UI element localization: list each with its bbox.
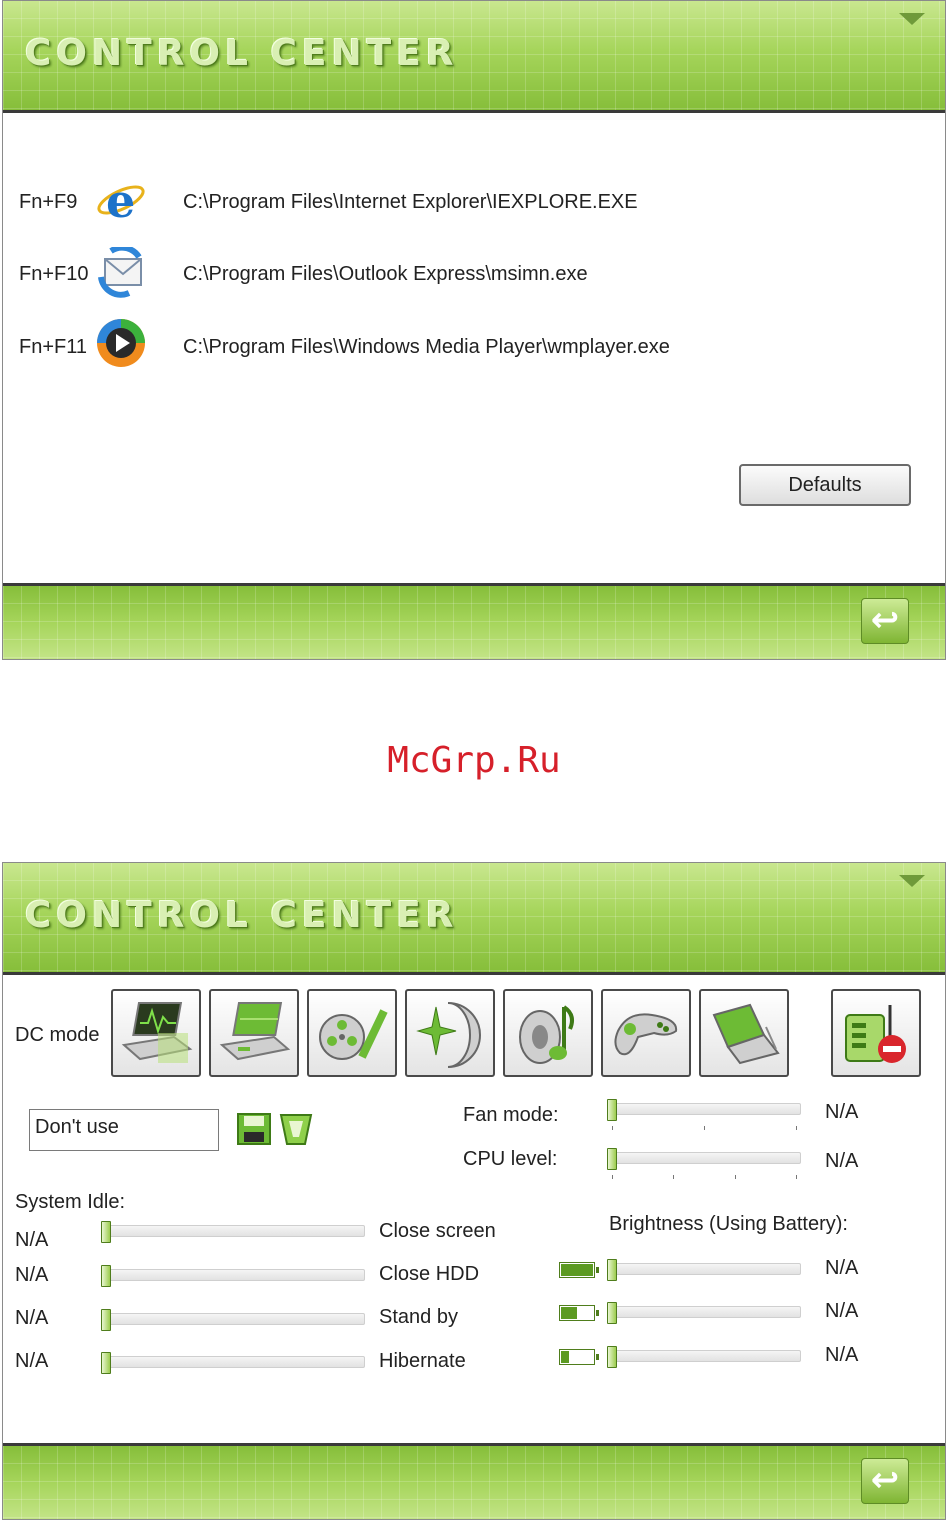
brightness-half-value: N/A bbox=[825, 1300, 859, 1322]
fan-mode-slider-thumb[interactable] bbox=[607, 1099, 617, 1121]
cpu-level-label: CPU level: bbox=[463, 1148, 558, 1170]
footer-bar: ↩ bbox=[3, 583, 945, 659]
close-hdd-slider-track[interactable] bbox=[103, 1269, 365, 1281]
mode-button-presentation[interactable] bbox=[405, 989, 495, 1077]
brightness-half-slider-thumb[interactable] bbox=[607, 1302, 617, 1324]
brightness-low-slider-thumb[interactable] bbox=[607, 1346, 617, 1368]
brightness-label: Brightness (Using Battery): bbox=[609, 1213, 848, 1235]
fan-mode-tick bbox=[612, 1126, 613, 1130]
stand-by-slider-track[interactable] bbox=[103, 1313, 365, 1325]
brightness-full-value: N/A bbox=[825, 1257, 859, 1279]
header-bar: CONTROL CENTER bbox=[3, 863, 945, 975]
back-arrow-icon[interactable]: ↩ bbox=[861, 598, 909, 644]
cpu-level-tick bbox=[735, 1175, 736, 1179]
fan-mode-tick bbox=[704, 1126, 705, 1130]
hotkey-label-fn-f10: Fn+F10 bbox=[19, 263, 89, 285]
brightness-half-slider-track[interactable] bbox=[609, 1306, 801, 1318]
brightness-full-slider-track[interactable] bbox=[609, 1263, 801, 1275]
dropdown-triangle-icon[interactable] bbox=[899, 13, 925, 25]
presentation-star-icon bbox=[416, 1002, 481, 1068]
battery-full-icon bbox=[559, 1262, 599, 1278]
laptop-power-saving-icon bbox=[712, 1003, 780, 1065]
outlook-express-icon[interactable] bbox=[95, 247, 147, 299]
system-idle-label: System Idle: bbox=[15, 1191, 126, 1213]
movie-film-icon bbox=[319, 1009, 388, 1060]
floppy-disk-icon[interactable] bbox=[237, 1113, 271, 1145]
hibernate-value: N/A bbox=[15, 1350, 49, 1372]
fan-mode-tick bbox=[796, 1126, 797, 1130]
close-hdd-slider-thumb[interactable] bbox=[101, 1265, 111, 1287]
windows-media-player-icon[interactable] bbox=[95, 317, 147, 369]
cpu-level-tick bbox=[612, 1175, 613, 1179]
close-screen-value: N/A bbox=[15, 1229, 49, 1251]
close-screen-slider-track[interactable] bbox=[103, 1225, 365, 1237]
close-screen-slider-thumb[interactable] bbox=[101, 1221, 111, 1243]
mode-button-game[interactable] bbox=[601, 989, 691, 1077]
control-center-power-panel: CONTROL CENTER DC mode Don't use Fan mod… bbox=[2, 862, 946, 1520]
hotkey-path-fn-f11[interactable]: C:\Program Files\Windows Media Player\wm… bbox=[183, 336, 670, 359]
cpu-level-slider-thumb[interactable] bbox=[607, 1148, 617, 1170]
stand-by-slider-thumb[interactable] bbox=[101, 1309, 111, 1331]
trash-bin-icon[interactable] bbox=[279, 1113, 313, 1145]
battery-half-icon bbox=[559, 1305, 599, 1321]
mode-button-music[interactable] bbox=[503, 989, 593, 1077]
close-hdd-label: Close HDD bbox=[379, 1263, 480, 1285]
hotkey-label-fn-f11: Fn+F11 bbox=[19, 336, 87, 358]
brightness-low-slider-track[interactable] bbox=[609, 1350, 801, 1362]
hibernate-slider-thumb[interactable] bbox=[101, 1352, 111, 1374]
hotkey-path-fn-f10[interactable]: C:\Program Files\Outlook Express\msimn.e… bbox=[183, 263, 588, 286]
remove-profile-icon bbox=[845, 1005, 906, 1063]
mode-button-performance[interactable] bbox=[111, 989, 201, 1077]
internet-explorer-icon[interactable]: e bbox=[95, 173, 147, 225]
mode-button-power-saving[interactable] bbox=[699, 989, 789, 1077]
mode-button-movie[interactable] bbox=[307, 989, 397, 1077]
header-bar: CONTROL CENTER bbox=[3, 1, 945, 113]
stand-by-label: Stand by bbox=[379, 1306, 458, 1328]
cpu-level-slider-track[interactable] bbox=[609, 1152, 801, 1164]
cpu-level-tick bbox=[796, 1175, 797, 1179]
app-title: CONTROL CENTER bbox=[25, 33, 459, 74]
hibernate-slider-track[interactable] bbox=[103, 1356, 365, 1368]
stand-by-value: N/A bbox=[15, 1307, 49, 1329]
defaults-button[interactable]: Defaults bbox=[739, 464, 911, 506]
battery-low-icon bbox=[559, 1349, 599, 1365]
gamepad-icon bbox=[614, 1013, 678, 1056]
cpu-level-tick bbox=[673, 1175, 674, 1179]
brightness-low-value: N/A bbox=[825, 1344, 859, 1366]
footer-bar: ↩ bbox=[3, 1443, 945, 1519]
laptop-performance-icon bbox=[121, 1002, 193, 1063]
profile-name-field[interactable]: Don't use bbox=[29, 1109, 219, 1151]
music-note-icon bbox=[519, 1005, 574, 1064]
app-title: CONTROL CENTER bbox=[25, 895, 459, 936]
fan-mode-value: N/A bbox=[825, 1101, 859, 1123]
control-center-hotkeys-panel: CONTROL CENTER Fn+F9 e C:\Program Files\… bbox=[2, 0, 946, 660]
hibernate-label: Hibernate bbox=[379, 1350, 466, 1372]
dc-mode-label: DC mode bbox=[15, 1024, 100, 1046]
close-screen-label: Close screen bbox=[379, 1220, 496, 1242]
brightness-full-slider-thumb[interactable] bbox=[607, 1259, 617, 1281]
hotkey-label-fn-f9: Fn+F9 bbox=[19, 191, 78, 213]
mode-button-balanced[interactable] bbox=[209, 989, 299, 1077]
battery-level-fill bbox=[561, 1351, 569, 1363]
dropdown-triangle-icon[interactable] bbox=[899, 875, 925, 887]
cpu-level-value: N/A bbox=[825, 1150, 859, 1172]
fan-mode-slider-track[interactable] bbox=[609, 1103, 801, 1115]
back-arrow-icon[interactable]: ↩ bbox=[861, 1458, 909, 1504]
battery-level-fill bbox=[561, 1264, 593, 1276]
svg-text:e: e bbox=[106, 174, 135, 225]
laptop-balanced-icon bbox=[219, 1002, 291, 1061]
watermark-text: McGrp.Ru bbox=[387, 740, 561, 781]
close-hdd-value: N/A bbox=[15, 1264, 49, 1286]
fan-mode-label: Fan mode: bbox=[463, 1104, 559, 1126]
battery-level-fill bbox=[561, 1307, 577, 1319]
hotkey-path-fn-f9[interactable]: C:\Program Files\Internet Explorer\IEXPL… bbox=[183, 191, 638, 214]
remove-profile-button[interactable] bbox=[831, 989, 921, 1077]
